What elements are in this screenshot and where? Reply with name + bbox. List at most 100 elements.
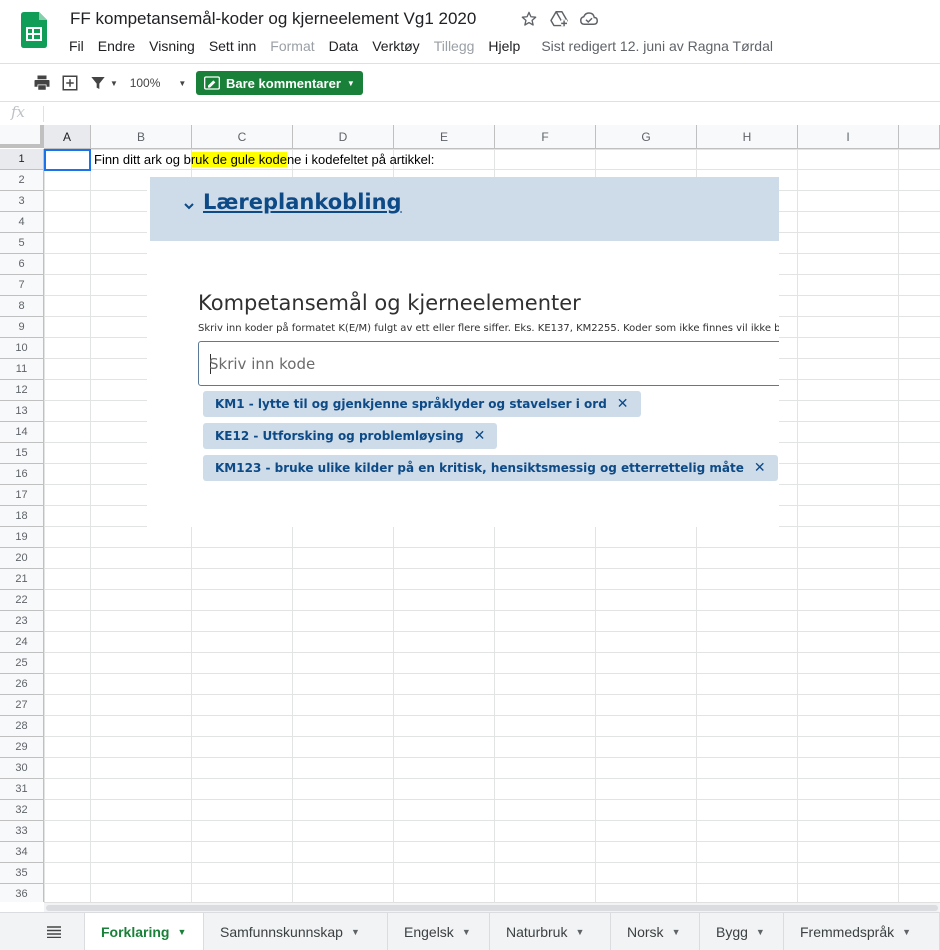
mode-label: Bare kommentarer (226, 75, 341, 91)
row-header-5[interactable]: 5 (0, 233, 44, 254)
row-header-28[interactable]: 28 (0, 716, 44, 737)
embedded-image[interactable]: Læreplankobling Kompetansemål og kjernee… (147, 177, 779, 527)
insert-plus-icon[interactable] (60, 71, 80, 95)
row-header-19[interactable]: 19 (0, 527, 44, 548)
menu-tillegg[interactable]: Tillegg (427, 37, 482, 55)
column-header-a[interactable]: A (44, 125, 91, 149)
sheet-tab-forklaring[interactable]: Forklaring ▼ (84, 913, 204, 950)
column-header-c[interactable]: C (192, 125, 293, 149)
column-header-i[interactable]: I (798, 125, 899, 149)
chevron-down-icon[interactable]: ▼ (902, 927, 911, 937)
chevron-down-icon[interactable]: ▼ (756, 927, 765, 937)
row-header-1[interactable]: 1 (0, 149, 44, 170)
row-header-18[interactable]: 18 (0, 506, 44, 527)
row-gridline (44, 694, 940, 695)
mode-button[interactable]: Bare kommentarer ▼ (196, 71, 363, 95)
row-header-14[interactable]: 14 (0, 422, 44, 443)
menu-sett-inn[interactable]: Sett inn (202, 37, 263, 55)
row-header-22[interactable]: 22 (0, 590, 44, 611)
scrollbar-thumb[interactable] (46, 905, 938, 911)
row-header-27[interactable]: 27 (0, 695, 44, 716)
chevron-down-icon[interactable]: ▼ (177, 927, 186, 937)
last-edit-link[interactable]: Sist redigert 12. juni av Ragna Tørdal (541, 38, 773, 54)
menu-endre[interactable]: Endre (91, 37, 142, 55)
menu-visning[interactable]: Visning (142, 37, 202, 55)
column-header-h[interactable]: H (697, 125, 798, 149)
move-to-drive-icon[interactable] (550, 10, 568, 28)
row-header-15[interactable]: 15 (0, 443, 44, 464)
row-header-23[interactable]: 23 (0, 611, 44, 632)
horizontal-scrollbar[interactable] (44, 902, 940, 912)
all-sheets-menu-icon[interactable] (40, 921, 68, 943)
column-header-d[interactable]: D (293, 125, 394, 149)
row-header-26[interactable]: 26 (0, 674, 44, 695)
sheet-tab-samfunnskunnskap[interactable]: Samfunnskunnskap ▼ (204, 913, 388, 950)
column-header-g[interactable]: G (596, 125, 697, 149)
sheet-tab-norsk[interactable]: Norsk ▼ (611, 913, 700, 950)
cell-b1[interactable]: Finn ditt ark og bruk de gule kodene i k… (94, 152, 434, 167)
zoom-select[interactable]: 100% ▼ (128, 71, 188, 95)
chevron-down-icon[interactable]: ▼ (351, 927, 360, 937)
row-header-25[interactable]: 25 (0, 653, 44, 674)
row-header-33[interactable]: 33 (0, 821, 44, 842)
row-header-34[interactable]: 34 (0, 842, 44, 863)
row-header-11[interactable]: 11 (0, 359, 44, 380)
menu-hjelp[interactable]: Hjelp (481, 37, 527, 55)
row-header-36[interactable]: 36 (0, 884, 44, 902)
column-header-b[interactable]: B (91, 125, 192, 149)
menu-format[interactable]: Format (263, 37, 321, 55)
row-header-16[interactable]: 16 (0, 464, 44, 485)
row-header-10[interactable]: 10 (0, 338, 44, 359)
row-header-20[interactable]: 20 (0, 548, 44, 569)
sheet-tab-label: Samfunnskunnskap (220, 923, 343, 940)
select-all-corner[interactable] (0, 125, 44, 148)
row-header-24[interactable]: 24 (0, 632, 44, 653)
row-header-30[interactable]: 30 (0, 758, 44, 779)
chevron-down-icon[interactable]: ▼ (575, 927, 584, 937)
row-header-7[interactable]: 7 (0, 275, 44, 296)
row-header-12[interactable]: 12 (0, 380, 44, 401)
row-header-8[interactable]: 8 (0, 296, 44, 317)
row-header-4[interactable]: 4 (0, 212, 44, 233)
menu-verktoy[interactable]: Verktøy (365, 37, 426, 55)
chevron-down-icon (184, 203, 194, 210)
sheet-tab-bar: Forklaring ▼ Samfunnskunnskap ▼ Engelsk ▼ Natu… (0, 912, 940, 950)
active-cell-a1[interactable] (44, 149, 91, 171)
comment-mode-icon (204, 76, 220, 90)
row-header-32[interactable]: 32 (0, 800, 44, 821)
row-header-6[interactable]: 6 (0, 254, 44, 275)
sheets-logo-icon[interactable] (21, 12, 47, 48)
sheet-tab-engelsk[interactable]: Engelsk ▼ (388, 913, 490, 950)
cloud-status-icon[interactable] (580, 10, 598, 28)
filter-icon[interactable]: ▼ (88, 71, 120, 95)
row-header-21[interactable]: 21 (0, 569, 44, 590)
menu-fil[interactable]: Fil (62, 37, 91, 55)
row-header-9[interactable]: 9 (0, 317, 44, 338)
row-header-17[interactable]: 17 (0, 485, 44, 506)
document-title[interactable]: FF kompetansemål-koder og kjerneelement … (70, 9, 476, 29)
sheet-tab-naturbruk[interactable]: Naturbruk ▼ (490, 913, 611, 950)
row-header-35[interactable]: 35 (0, 863, 44, 884)
sheet-tab-label: Fremmedspråk (800, 923, 895, 940)
menu-data[interactable]: Data (322, 37, 366, 55)
row-header-29[interactable]: 29 (0, 737, 44, 758)
column-header-f[interactable]: F (495, 125, 596, 149)
print-icon[interactable] (32, 71, 52, 95)
row-gridline (44, 652, 940, 653)
close-icon: ✕ (753, 460, 766, 476)
star-icon[interactable] (520, 10, 538, 28)
column-header-e[interactable]: E (394, 125, 495, 149)
column-header-partial[interactable] (899, 125, 940, 149)
row-header-2[interactable]: 2 (0, 170, 44, 191)
row-header-13[interactable]: 13 (0, 401, 44, 422)
row-gridline (44, 757, 940, 758)
row-header-3[interactable]: 3 (0, 191, 44, 212)
formula-divider (43, 106, 44, 122)
chevron-down-icon[interactable]: ▼ (672, 927, 681, 937)
row-gridline (44, 169, 940, 170)
sheet-tab-fremmedspråk[interactable]: Fremmedspråk ▼ (784, 913, 940, 950)
sheet-tab-bygg[interactable]: Bygg ▼ (700, 913, 784, 950)
row-header-31[interactable]: 31 (0, 779, 44, 800)
chevron-down-icon[interactable]: ▼ (462, 927, 471, 937)
row-gridline (44, 841, 940, 842)
